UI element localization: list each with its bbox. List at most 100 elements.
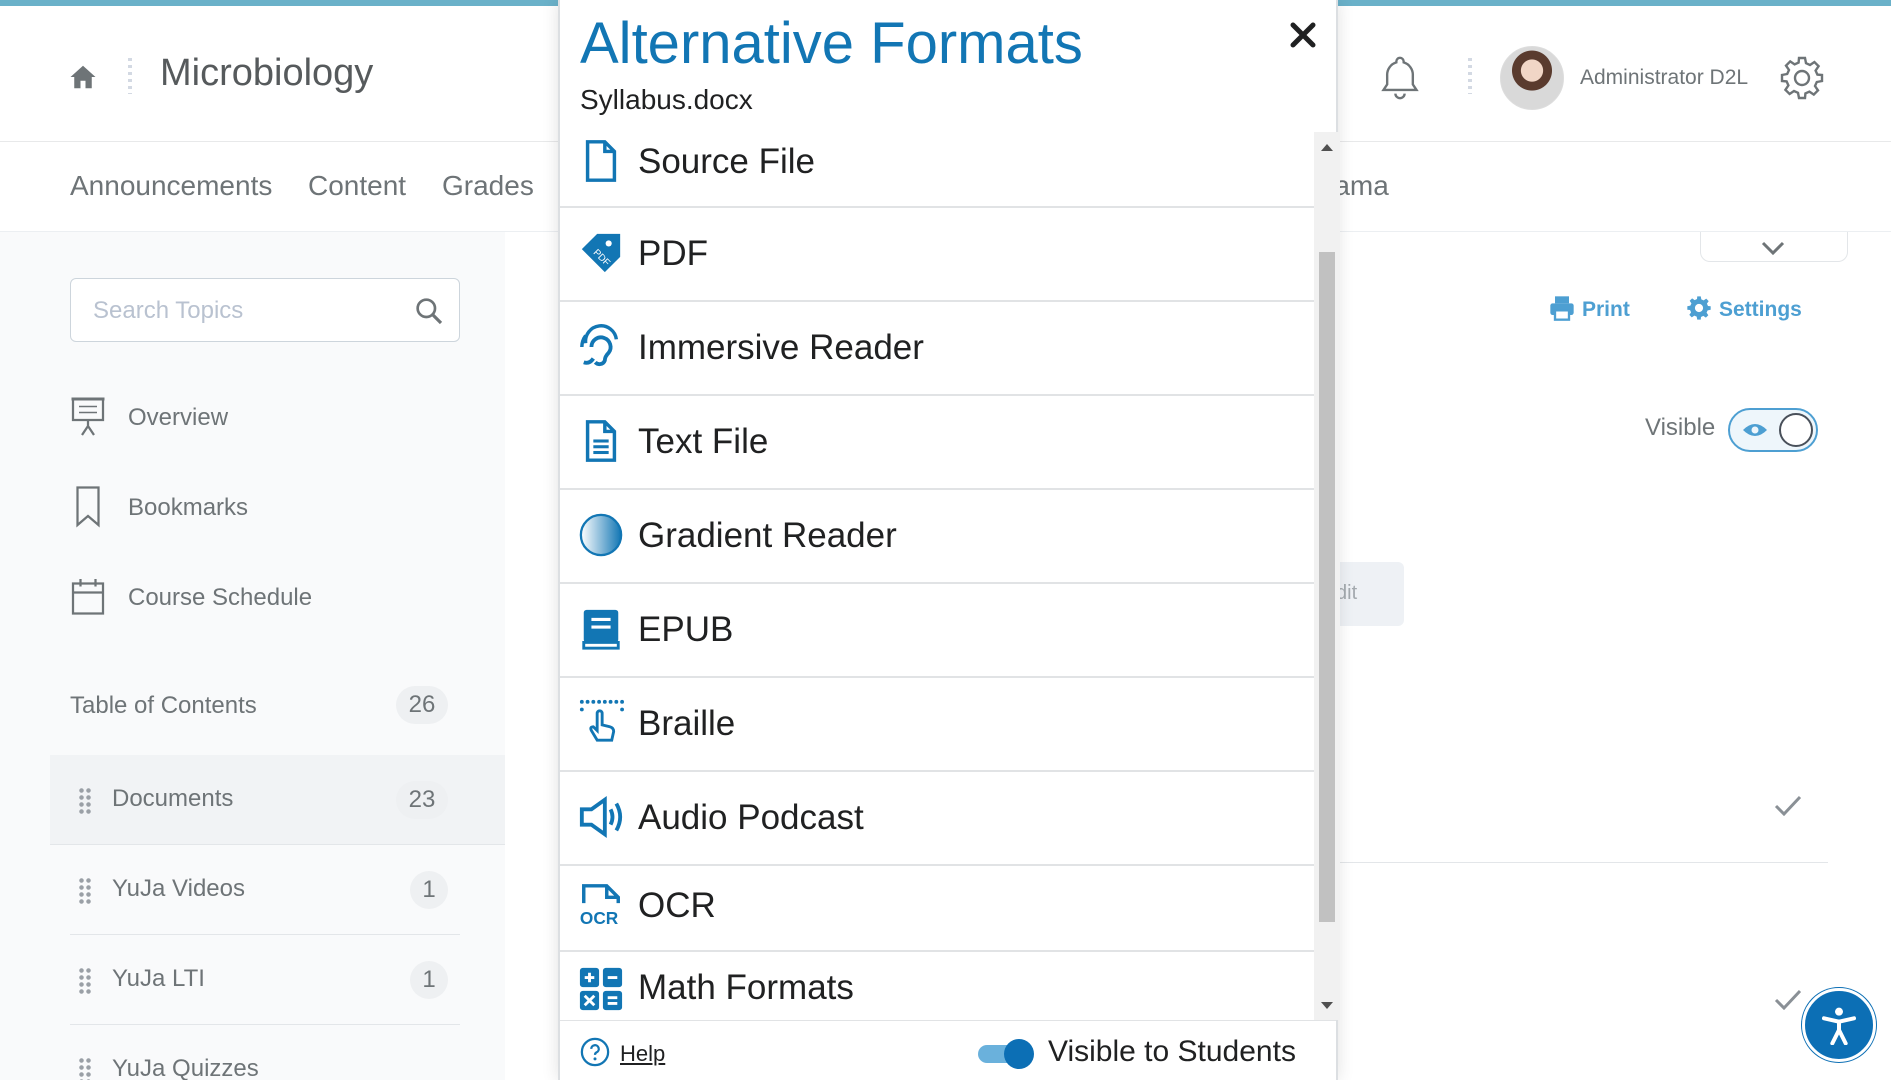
printer-icon (1550, 296, 1574, 321)
module-label: Documents (112, 785, 234, 812)
speaker-icon (579, 796, 623, 838)
scrollbar-thumb[interactable] (1319, 252, 1335, 922)
module-item-yuja-videos[interactable]: YuJa Videos 1 (70, 845, 460, 935)
drag-handle-icon[interactable] (78, 1057, 92, 1080)
sidebar-item-label: Overview (128, 404, 229, 431)
drag-handle-icon[interactable] (78, 967, 92, 995)
close-icon[interactable] (1288, 20, 1318, 50)
nav-grades[interactable]: Grades (442, 170, 534, 202)
module-count-badge: 1 (410, 961, 448, 999)
sidebar-item-label: Course Schedule (128, 584, 313, 611)
header-divider (1468, 58, 1472, 94)
format-label: EPUB (638, 610, 734, 649)
drag-handle-icon[interactable] (78, 877, 92, 905)
module-label: YuJa LTI (112, 965, 205, 992)
file-icon (585, 140, 617, 182)
toc-title[interactable]: Table of Contents (70, 692, 257, 720)
sidebar-item-overview[interactable]: Overview (70, 394, 470, 444)
search-icon[interactable] (413, 295, 445, 327)
edit-button-partial[interactable]: dit (1336, 562, 1404, 626)
presentation-icon (71, 397, 105, 436)
help-icon[interactable] (580, 1037, 610, 1067)
format-item-text-file[interactable]: Text File (560, 396, 1314, 490)
toc-count-badge: 26 (396, 686, 448, 724)
format-label: Source File (638, 142, 816, 181)
module-count-badge: 23 (396, 781, 448, 819)
format-label: Gradient Reader (638, 516, 897, 555)
bell-icon[interactable] (1378, 54, 1422, 102)
search-placeholder: Search Topics (93, 297, 244, 324)
format-label: Text File (638, 422, 769, 461)
alternative-formats-dialog: Alternative Formats Syllabus.docx Source… (558, 0, 1340, 1080)
header-divider (128, 58, 132, 94)
gear-icon[interactable] (1778, 54, 1826, 102)
sidebar-item-label: Bookmarks (128, 494, 249, 521)
format-item-immersive-reader[interactable]: Immersive Reader (560, 302, 1314, 396)
braille-icon (579, 699, 624, 742)
format-item-audio-podcast[interactable]: Audio Podcast (560, 772, 1314, 866)
settings-button[interactable]: Settings (1685, 294, 1802, 322)
sidebar-item-course-schedule[interactable]: Course Schedule (70, 574, 470, 624)
format-item-ocr[interactable]: OCR OCR (560, 866, 1314, 952)
visibility-toggle[interactable] (1728, 408, 1818, 452)
check-icon (1774, 989, 1802, 1010)
format-label: OCR (638, 886, 716, 925)
chevron-down-icon[interactable] (1760, 240, 1786, 256)
module-item-yuja-lti[interactable]: YuJa LTI 1 (70, 935, 460, 1025)
format-item-pdf[interactable]: PDF PDF (560, 208, 1314, 302)
format-item-braille[interactable]: Braille (560, 678, 1314, 772)
module-item-documents[interactable]: Documents 23 (50, 755, 505, 845)
visible-label: Visible (1645, 414, 1716, 441)
text-file-icon (585, 420, 617, 462)
toggle-knob (1004, 1039, 1034, 1069)
book-icon (582, 609, 620, 650)
calendar-icon (71, 579, 105, 615)
format-item-math-formats[interactable]: Math Formats (560, 952, 1314, 1020)
module-item-yuja-quizzes[interactable]: YuJa Quizzes (70, 1025, 460, 1080)
format-label: Immersive Reader (638, 328, 924, 367)
module-count-badge: 1 (410, 871, 448, 909)
settings-label: Settings (1719, 298, 1802, 321)
format-item-source-file[interactable]: Source File (560, 132, 1314, 208)
visible-to-students-toggle[interactable] (978, 1039, 1034, 1069)
format-label: PDF (638, 234, 708, 273)
bookmark-icon (76, 486, 100, 528)
format-list-scrollbar[interactable] (1314, 132, 1340, 1020)
format-item-epub[interactable]: EPUB (560, 584, 1314, 678)
visible-to-students-label: Visible to Students (1048, 1035, 1296, 1068)
row-divider (1338, 862, 1828, 863)
help-link[interactable]: Help (620, 1041, 665, 1067)
pdf-tag-icon: PDF (581, 233, 621, 273)
format-label: Braille (638, 704, 736, 743)
avatar[interactable] (1500, 46, 1564, 110)
print-button[interactable]: Print (1548, 294, 1630, 322)
user-name[interactable]: Administrator D2L (1580, 66, 1748, 90)
format-item-gradient-reader[interactable]: Gradient Reader (560, 490, 1314, 584)
calculator-icon (579, 967, 623, 1011)
gradient-circle-icon (579, 513, 623, 557)
check-icon (1774, 795, 1802, 816)
eye-icon (1743, 424, 1767, 436)
svg-text:OCR: OCR (580, 908, 619, 928)
home-icon[interactable] (68, 62, 98, 92)
nav-content[interactable]: Content (308, 170, 406, 202)
drag-handle-icon[interactable] (78, 787, 92, 815)
accessibility-button[interactable] (1802, 988, 1876, 1062)
dialog-filename: Syllabus.docx (580, 84, 753, 115)
scroll-up-arrow-icon[interactable] (1321, 144, 1333, 151)
course-title[interactable]: Microbiology (160, 52, 373, 95)
search-input[interactable]: Search Topics (70, 278, 460, 342)
format-label: Math Formats (638, 968, 854, 1007)
format-label: Audio Podcast (638, 798, 864, 837)
dialog-footer: Help Visible to Students (560, 1020, 1336, 1080)
nav-announcements[interactable]: Announcements (70, 170, 272, 202)
sidebar-item-bookmarks[interactable]: Bookmarks (70, 484, 470, 534)
toggle-knob (1779, 413, 1813, 447)
ocr-icon: OCR (580, 884, 620, 928)
gear-icon (1687, 296, 1711, 320)
accessibility-icon (1822, 1007, 1856, 1045)
dialog-title: Alternative Formats (580, 11, 1083, 76)
scroll-down-arrow-icon[interactable] (1321, 1002, 1333, 1009)
module-label: YuJa Videos (112, 875, 245, 902)
module-label: YuJa Quizzes (112, 1055, 259, 1080)
